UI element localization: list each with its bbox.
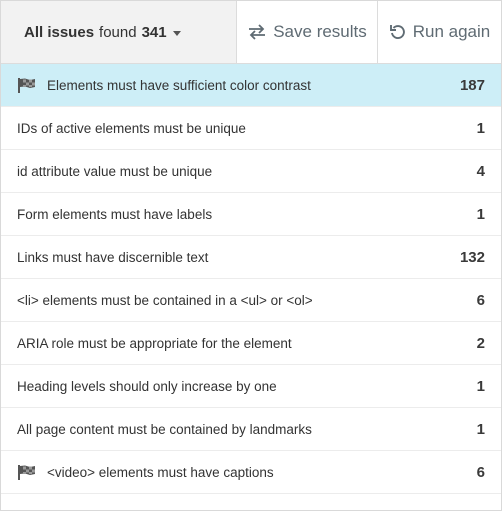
issue-row[interactable]: Elements must have sufficient color cont… (1, 64, 501, 107)
issue-label: id attribute value must be unique (17, 163, 213, 179)
issue-row[interactable]: ARIA role must be appropriate for the el… (1, 322, 501, 365)
issue-count: 1 (476, 377, 485, 395)
issue-count: 187 (459, 76, 485, 94)
issue-row[interactable]: IDs of active elements must be unique 1 (1, 107, 501, 150)
save-results-button[interactable]: Save results (237, 1, 378, 63)
swap-arrows-icon (249, 24, 266, 40)
issue-label: Heading levels should only increase by o… (17, 378, 277, 394)
filter-prefix: All issues (24, 23, 95, 41)
issue-count: 1 (476, 119, 485, 137)
issue-label: Elements must have sufficient color cont… (47, 77, 311, 93)
filter-word: found (99, 23, 137, 41)
issue-row[interactable]: Links must have discernible text 132 (1, 236, 501, 279)
issue-count: 2 (476, 334, 485, 352)
issues-panel: All issues found 341 Save results Run ag… (0, 0, 502, 511)
issue-count: 6 (476, 463, 485, 481)
issue-label: <video> elements must have captions (47, 464, 274, 480)
issue-count: 6 (476, 291, 485, 309)
issue-label: All page content must be contained by la… (17, 421, 312, 437)
issue-label: Form elements must have labels (17, 206, 213, 222)
toolbar: All issues found 341 Save results Run ag… (1, 1, 501, 64)
issue-count: 132 (459, 248, 485, 266)
issue-row[interactable]: id attribute value must be unique 4 (1, 150, 501, 193)
issue-count: 1 (476, 420, 485, 438)
issue-row[interactable]: All page content must be contained by la… (1, 408, 501, 451)
issue-row[interactable]: Heading levels should only increase by o… (1, 365, 501, 408)
issues-filter-dropdown[interactable]: All issues found 341 (1, 1, 237, 63)
rotate-left-icon (389, 25, 405, 39)
run-again-label: Run again (412, 22, 491, 41)
issue-label: <li> elements must be contained in a <ul… (17, 292, 313, 308)
issue-row[interactable]: Form elements must have labels 1 (1, 193, 501, 236)
issues-total-count: 341 (141, 23, 167, 41)
issue-count: 4 (476, 162, 485, 180)
save-results-label: Save results (273, 22, 367, 41)
issue-row[interactable]: <li> elements must be contained in a <ul… (1, 279, 501, 322)
issue-label: Links must have discernible text (17, 249, 209, 265)
issue-label: IDs of active elements must be unique (17, 120, 246, 136)
issue-label: ARIA role must be appropriate for the el… (17, 335, 292, 351)
flag-icon (17, 77, 37, 93)
issue-row[interactable]: <video> elements must have captions 6 (1, 451, 501, 494)
flag-icon (17, 464, 37, 480)
issues-list: Elements must have sufficient color cont… (1, 64, 501, 494)
chevron-down-icon (172, 30, 181, 36)
issue-count: 1 (476, 205, 485, 223)
run-again-button[interactable]: Run again (378, 1, 501, 63)
